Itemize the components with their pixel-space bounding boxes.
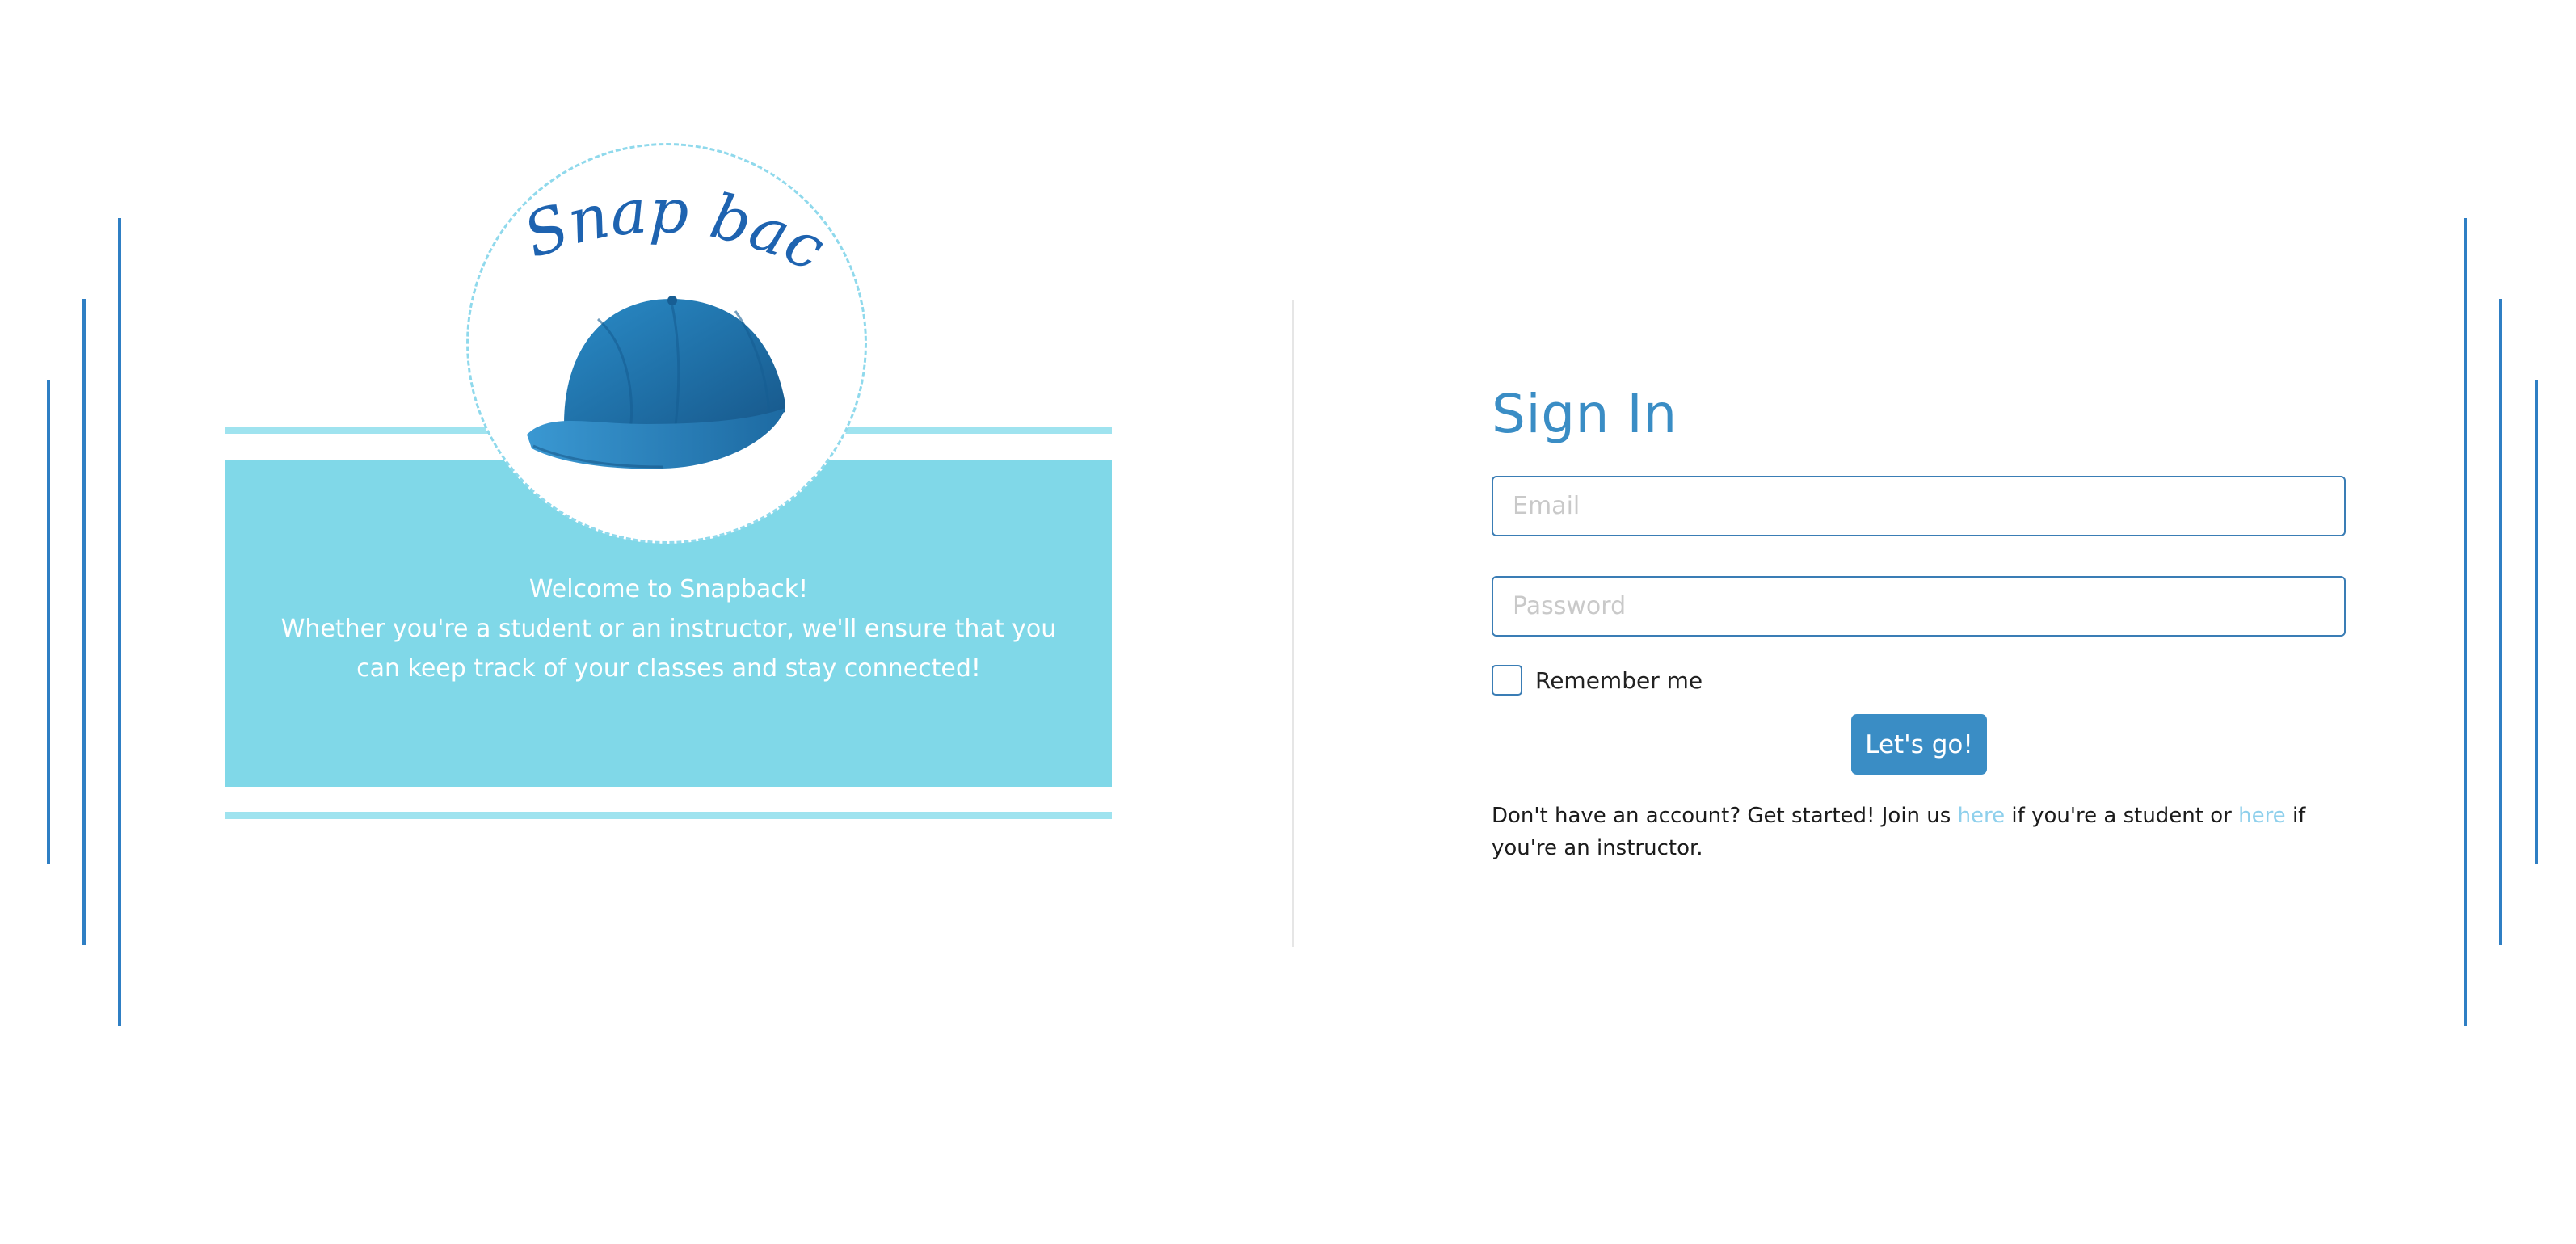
cap-logo-icon: Snap back: [469, 145, 836, 469]
welcome-description: Whether you're a student or an instructo…: [280, 615, 1057, 683]
bottom-stripe: [225, 812, 1112, 819]
decorative-line-right-inner: [2464, 218, 2467, 1026]
logo-wordmark: Snap back: [469, 145, 836, 285]
welcome-message: Welcome to Snapback! Whether you're a st…: [225, 569, 1112, 688]
decorative-line-left-outer: [47, 380, 50, 864]
student-signup-link[interactable]: here: [1958, 804, 2006, 828]
instructor-signup-link[interactable]: here: [2238, 804, 2286, 828]
remember-me-label[interactable]: Remember me: [1535, 667, 1703, 694]
remember-me-row: Remember me: [1492, 664, 1703, 696]
signup-prefix-text: Don't have an account? Get started! Join…: [1492, 804, 1958, 828]
decorative-line-right-outer: [2535, 380, 2538, 864]
remember-me-checkbox[interactable]: [1492, 665, 1522, 696]
signup-prompt: Don't have an account? Get started! Join…: [1492, 800, 2348, 864]
submit-button[interactable]: Let's go!: [1851, 714, 1987, 775]
snapback-logo: Snap back: [466, 143, 867, 544]
decorative-line-left-inner: [118, 218, 121, 1026]
decorative-line-left-middle: [82, 299, 86, 945]
sign-in-title: Sign In: [1492, 383, 1677, 445]
signup-middle-text: if you're a student or: [2005, 804, 2239, 828]
password-input[interactable]: [1492, 576, 2346, 637]
welcome-heading: Welcome to Snapback!: [528, 575, 809, 603]
center-divider: [1292, 300, 1294, 947]
email-input[interactable]: [1492, 476, 2346, 536]
decorative-line-right-middle: [2499, 299, 2502, 945]
login-page: Snap back Welcome to Snapback! Whether y…: [0, 0, 2576, 1244]
